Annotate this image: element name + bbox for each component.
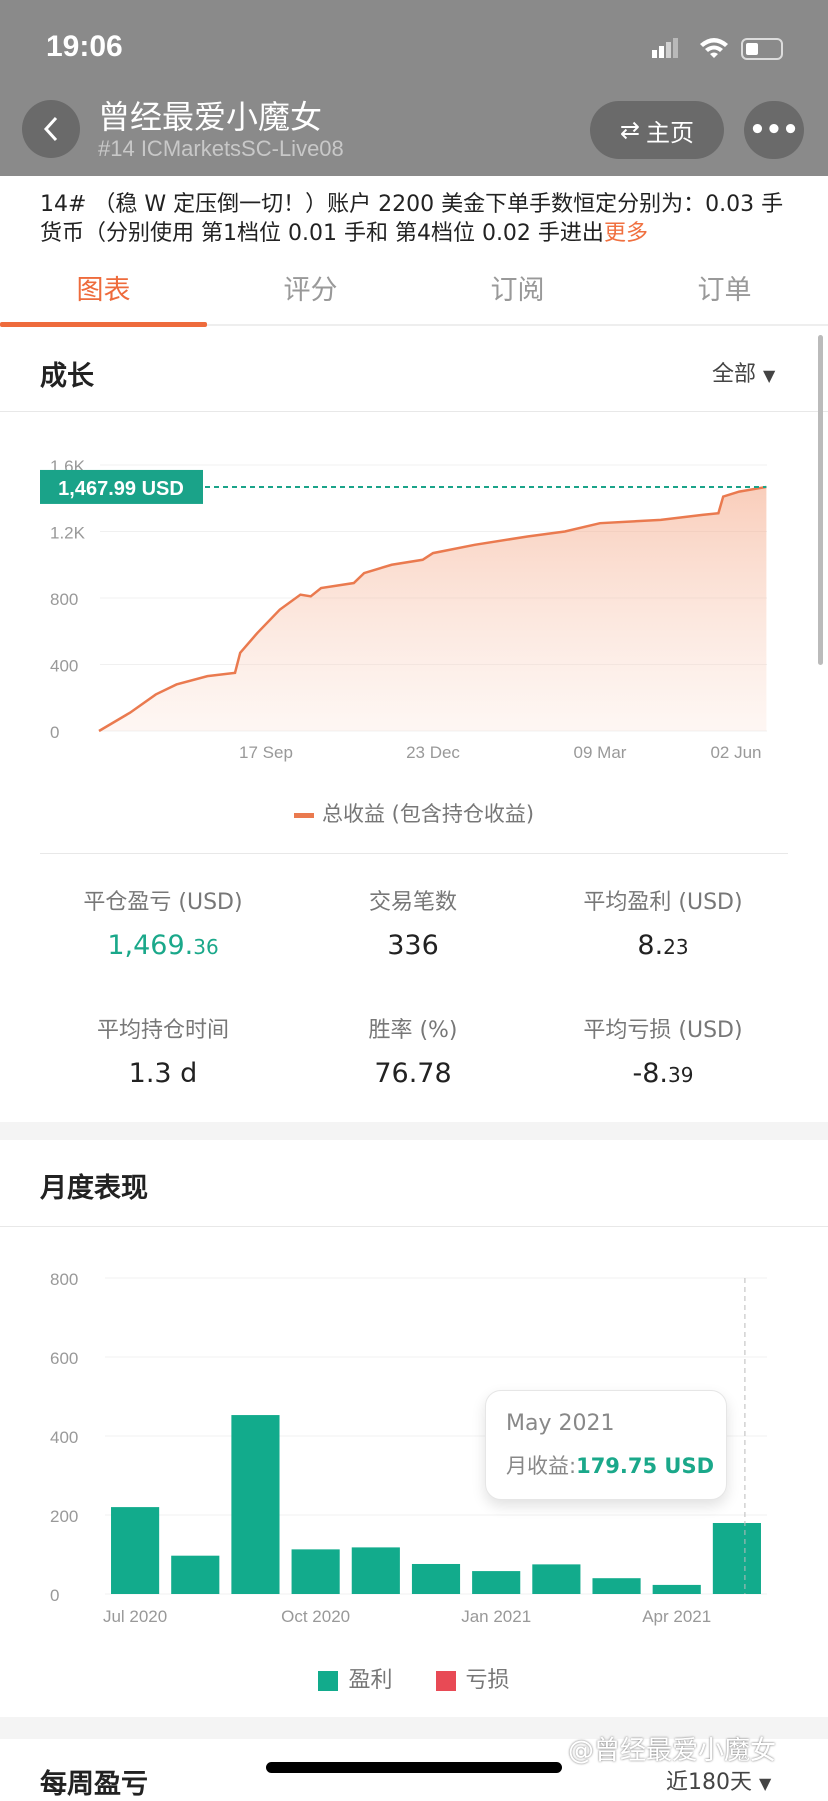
stat-value: 76.78 <box>374 1058 452 1089</box>
status-icons <box>652 38 783 60</box>
growth-area <box>99 486 767 731</box>
more-button[interactable]: ••• <box>744 101 804 159</box>
tooltip-value: 179.75 USD <box>576 1454 715 1478</box>
stat-item: 平仓盈亏 (USD) 1,469.36 <box>38 884 288 961</box>
tab-rating[interactable]: 评分 <box>207 268 414 307</box>
y-tick-label: 1.2K <box>50 524 86 543</box>
tab-active-indicator <box>0 322 207 327</box>
growth-chart: 04008001.2K1.6K17 Sep 23 Dec 09 Mar 02 Jun1… <box>40 457 767 762</box>
y-tick-label: 0 <box>50 1586 59 1605</box>
back-button[interactable] <box>22 100 80 158</box>
stat-value: -8.39 <box>632 1058 694 1089</box>
divider <box>0 1226 828 1227</box>
stat-item: 胜率 (%) 76.78 <box>288 1012 538 1089</box>
stat-value: 8.23 <box>637 930 689 961</box>
y-tick-label: 200 <box>50 1507 78 1526</box>
tab-subscribe[interactable]: 订阅 <box>414 268 621 307</box>
account-subtitle: #14 ICMarketsSC-Live08 <box>98 136 344 161</box>
page-title: 曾经最爱小魔女 <box>98 98 323 136</box>
legend-loss-swatch <box>435 1671 456 1691</box>
bar-mar-2021 <box>592 1578 641 1594</box>
x-tick-label: 17 Sep <box>239 743 293 762</box>
watermark: @曾经最爱小魔女 <box>568 1736 777 1766</box>
stat-label: 平均盈利 (USD) <box>583 890 743 915</box>
stat-item: 平均亏损 (USD) -8.39 <box>538 1012 788 1089</box>
chevron-left-icon <box>43 116 58 142</box>
chart-tooltip: May 2021 月收益:179.75 USD <box>485 1390 727 1500</box>
swap-icon: ⇄ <box>619 116 641 144</box>
bar-feb-2021 <box>532 1564 581 1594</box>
status-time: 19:06 <box>46 30 123 63</box>
legend-loss[interactable]: 亏损 <box>466 1668 510 1693</box>
description-text: 14# （稳 W 定压倒一切！）账户 2200 美金下单手数恒定分别为：0.03… <box>40 192 784 246</box>
x-tick-label: 23 Dec <box>406 743 460 762</box>
range-label: 全部 <box>712 362 757 387</box>
stat-item: 平均持仓时间 1.3 d <box>38 1012 288 1089</box>
bar-aug-2020 <box>171 1555 220 1594</box>
x-tick-label: 02 Jun <box>710 743 761 762</box>
y-tick-label: 400 <box>50 657 78 676</box>
stat-label: 平仓盈亏 (USD) <box>83 890 243 915</box>
weekly-range-dropdown[interactable]: 近180天 ▼ <box>666 1764 771 1796</box>
growth-range-dropdown[interactable]: 全部 ▼ <box>712 356 775 388</box>
stat-label: 胜率 (%) <box>368 1018 458 1043</box>
caret-down-icon: ▼ <box>763 366 776 385</box>
legend-label: 总收益 (包含持仓收益) <box>321 802 535 826</box>
stat-value: 1,469.36 <box>107 930 219 961</box>
current-value-label: 1,467.99 USD <box>58 478 184 500</box>
y-tick-label: 0 <box>50 723 59 742</box>
divider <box>40 853 788 854</box>
weekly-title: 每周盈亏 <box>40 1769 148 1800</box>
stat-item: 平均盈利 (USD) 8.23 <box>538 884 788 961</box>
y-tick-label: 800 <box>50 1270 78 1289</box>
home-label: 主页 <box>646 118 695 147</box>
x-tick-label: Oct 2020 <box>281 1607 350 1626</box>
y-tick-label: 800 <box>50 590 78 609</box>
legend-profit[interactable]: 盈利 <box>348 1668 392 1693</box>
y-tick-label: 400 <box>50 1428 78 1447</box>
divider <box>0 411 828 412</box>
monthly-legend: 盈利 亏损 <box>0 1662 828 1694</box>
section-gap <box>0 1122 828 1140</box>
growth-title: 成长 <box>40 361 94 392</box>
description: 14# （稳 W 定压倒一切！）账户 2200 美金下单手数恒定分别为：0.03… <box>40 190 800 248</box>
x-tick-label: Apr 2021 <box>642 1607 711 1626</box>
y-tick-label: 600 <box>50 1349 78 1368</box>
home-button[interactable]: ⇄ 主页 <box>590 101 724 159</box>
range-label: 近180天 <box>666 1770 752 1795</box>
stat-label: 平均亏损 (USD) <box>583 1018 743 1043</box>
x-tick-label: Jan 2021 <box>461 1607 531 1626</box>
home-indicator <box>266 1762 562 1773</box>
stat-value: 1.3 d <box>128 1058 198 1089</box>
bar-oct-2020 <box>291 1549 340 1594</box>
bar-apr-2021 <box>652 1584 701 1594</box>
tab-orders[interactable]: 订单 <box>621 268 828 307</box>
x-tick-label: Jul 2020 <box>103 1607 167 1626</box>
x-tick-label: 09 Mar <box>574 743 627 762</box>
monthly-title: 月度表现 <box>40 1173 148 1204</box>
stat-label: 交易笔数 <box>368 890 457 915</box>
legend-swatch <box>293 812 314 818</box>
bar-may-2021 <box>712 1522 761 1594</box>
more-link[interactable]: 更多 <box>604 221 648 246</box>
growth-legend: 总收益 (包含持仓收益) <box>0 798 828 828</box>
stat-item: 交易笔数 336 <box>288 884 538 961</box>
stat-label: 平均持仓时间 <box>96 1018 229 1043</box>
legend-profit-swatch <box>318 1671 339 1691</box>
bar-sep-2020 <box>231 1415 280 1594</box>
stat-value: 336 <box>387 930 439 961</box>
bar-dec-2020 <box>411 1563 461 1594</box>
bar-jan-2021 <box>472 1571 521 1594</box>
tooltip-month: May 2021 <box>506 1411 615 1436</box>
caret-down-icon: ▼ <box>759 1774 772 1793</box>
bar-nov-2020 <box>351 1547 400 1594</box>
bar-jul-2020 <box>111 1507 160 1594</box>
tab-chart[interactable]: 图表 <box>0 268 207 307</box>
tooltip-label: 月收益: <box>506 1454 577 1478</box>
